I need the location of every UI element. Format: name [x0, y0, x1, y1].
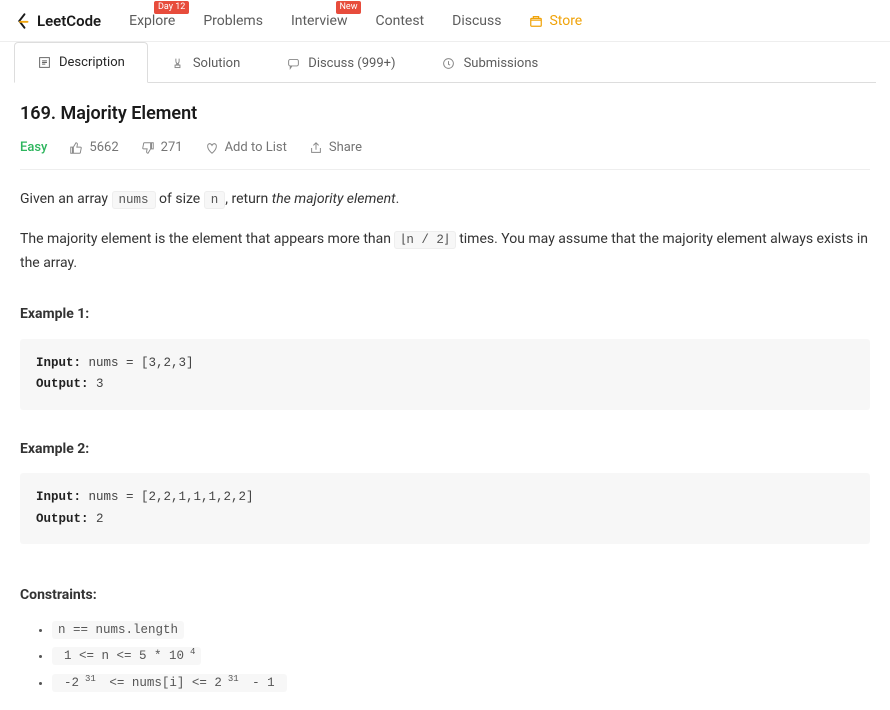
example-1-block: Input: nums = [3,2,3] Output: 3 [20, 339, 870, 410]
heart-icon [205, 141, 219, 155]
solution-icon [171, 56, 185, 70]
dislike-button[interactable]: 271 [141, 140, 183, 155]
description-icon [37, 56, 51, 70]
code-floor: ⌊n / 2⌋ [394, 231, 455, 249]
paragraph-1: Given an array nums of size n, return th… [20, 188, 870, 212]
constraint-3: -231 <= nums[i] <= 231 - 1 [52, 671, 870, 693]
badge-day12: Day 12 [154, 1, 189, 14]
code-nums: nums [112, 191, 156, 209]
difficulty-badge: Easy [20, 140, 47, 155]
code-n: n [204, 191, 226, 209]
constraints-list: n == nums.length 1 <= n <= 5 * 104 -231 … [20, 620, 870, 694]
constraint-2: 1 <= n <= 5 * 104 [52, 645, 870, 667]
example-1-heading: Example 1: [20, 303, 870, 327]
example-2-block: Input: nums = [2,2,1,1,1,2,2] Output: 2 [20, 473, 870, 544]
submissions-icon [442, 56, 456, 70]
thumbs-up-icon [69, 141, 83, 155]
thumbs-down-icon [141, 141, 155, 155]
problem-content: 169. Majority Element Easy 5662 271 Add … [0, 83, 890, 710]
store-icon [529, 14, 543, 28]
discuss-icon [286, 56, 300, 70]
top-nav: LeetCode Explore Day 12 Problems Intervi… [0, 0, 890, 42]
like-count: 5662 [89, 140, 118, 155]
tab-discuss[interactable]: Discuss (999+) [263, 42, 418, 83]
problem-title: 169. Majority Element [20, 103, 870, 124]
badge-new: New [336, 1, 362, 14]
tab-submissions[interactable]: Submissions [419, 42, 562, 83]
nav-problems[interactable]: Problems [191, 13, 275, 29]
tab-solution[interactable]: Solution [148, 42, 263, 83]
nav-discuss[interactable]: Discuss [440, 13, 513, 29]
share-icon [309, 141, 323, 155]
problem-tabs: Description Solution Discuss (999+) Subm… [14, 42, 876, 83]
logo[interactable]: LeetCode [14, 12, 101, 30]
meta-row: Easy 5662 271 Add to List Share [20, 140, 870, 170]
nav-interview[interactable]: Interview New [279, 13, 360, 29]
nav-contest[interactable]: Contest [363, 13, 436, 29]
leetcode-logo-icon [14, 12, 32, 30]
constraints-heading: Constraints: [20, 584, 870, 608]
example-2-heading: Example 2: [20, 438, 870, 462]
constraint-1: n == nums.length [52, 620, 870, 641]
problem-body: Given an array nums of size n, return th… [20, 188, 870, 694]
like-button[interactable]: 5662 [69, 140, 118, 155]
add-to-list-button[interactable]: Add to List [205, 140, 287, 155]
nav-store[interactable]: Store [517, 13, 594, 29]
paragraph-2: The majority element is the element that… [20, 228, 870, 276]
share-button[interactable]: Share [309, 140, 362, 155]
dislike-count: 271 [161, 140, 183, 155]
logo-text: LeetCode [37, 12, 101, 30]
tab-description[interactable]: Description [14, 42, 148, 83]
nav-explore[interactable]: Explore Day 12 [117, 13, 187, 29]
